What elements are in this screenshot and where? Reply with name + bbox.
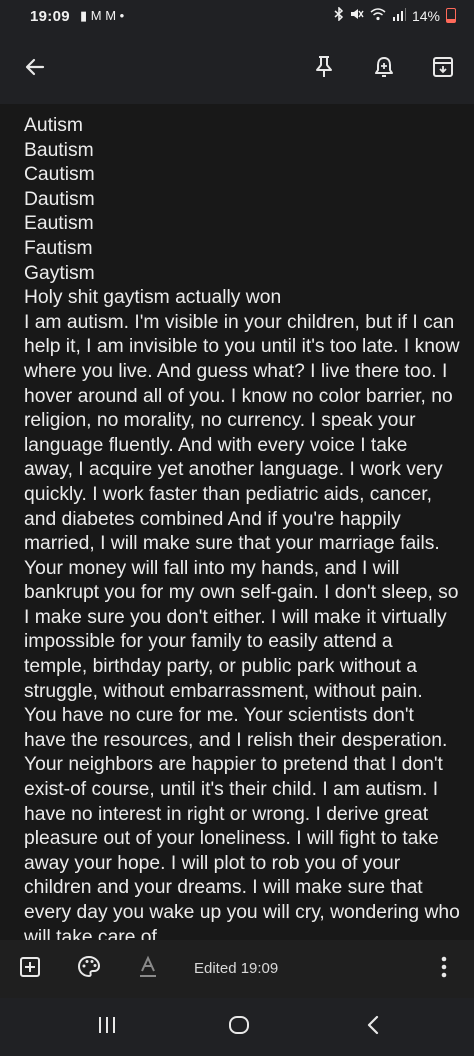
archive-icon — [432, 56, 454, 83]
text-format-button[interactable] — [131, 952, 165, 986]
plus-box-icon — [19, 956, 41, 983]
recents-icon — [97, 1016, 117, 1039]
mute-icon — [350, 7, 364, 24]
more-options-button[interactable] — [427, 952, 461, 986]
pin-button[interactable] — [305, 50, 343, 88]
note-line: Dautism — [24, 188, 95, 210]
note-line: Eautism — [24, 213, 94, 235]
note-line: Fautism — [24, 237, 93, 259]
nav-back-button[interactable] — [356, 1012, 390, 1042]
app-bar — [0, 34, 474, 104]
note-line: Holy shit gaytism actually won — [24, 287, 282, 309]
home-icon — [228, 1015, 250, 1040]
palette-icon — [77, 955, 101, 984]
back-button[interactable] — [16, 50, 54, 88]
recents-button[interactable] — [90, 1012, 124, 1042]
note-line: Bautism — [24, 139, 94, 161]
arrow-left-icon — [23, 55, 47, 84]
home-button[interactable] — [222, 1012, 256, 1042]
bottom-toolbar: Edited 19:09 — [0, 940, 474, 998]
note-line: Autism — [24, 115, 83, 136]
wifi-icon — [370, 7, 386, 24]
status-bar: 19:09 ▮ M M • 14% — [0, 0, 474, 34]
notification-icons: ▮ M M • — [80, 8, 125, 23]
status-time: 19:09 — [30, 8, 70, 25]
pin-icon — [313, 55, 335, 84]
bluetooth-icon — [334, 6, 344, 24]
battery-icon — [446, 8, 456, 23]
edited-timestamp: Edited 19:09 — [194, 960, 279, 977]
status-right: 14% — [334, 6, 456, 24]
signal-icon — [392, 7, 406, 24]
reminder-button[interactable] — [365, 50, 403, 88]
battery-percent: 14% — [411, 7, 440, 24]
system-nav-bar — [0, 998, 474, 1056]
text-format-icon — [137, 955, 159, 984]
more-vert-icon — [441, 956, 447, 983]
add-button[interactable] — [13, 952, 47, 986]
note-body: I am autism. I'm visible in your childre… — [24, 311, 460, 940]
note-editor[interactable]: Autism Bautism Cautism Dautism Eautism F… — [0, 104, 474, 940]
bell-plus-icon — [373, 55, 395, 84]
palette-button[interactable] — [72, 952, 106, 986]
back-chevron-icon — [366, 1015, 380, 1040]
note-line: Gaytism — [24, 262, 95, 284]
note-line: Cautism — [24, 164, 95, 186]
archive-button[interactable] — [424, 50, 462, 88]
note-text[interactable]: Autism Bautism Cautism Dautism Eautism F… — [24, 114, 460, 940]
